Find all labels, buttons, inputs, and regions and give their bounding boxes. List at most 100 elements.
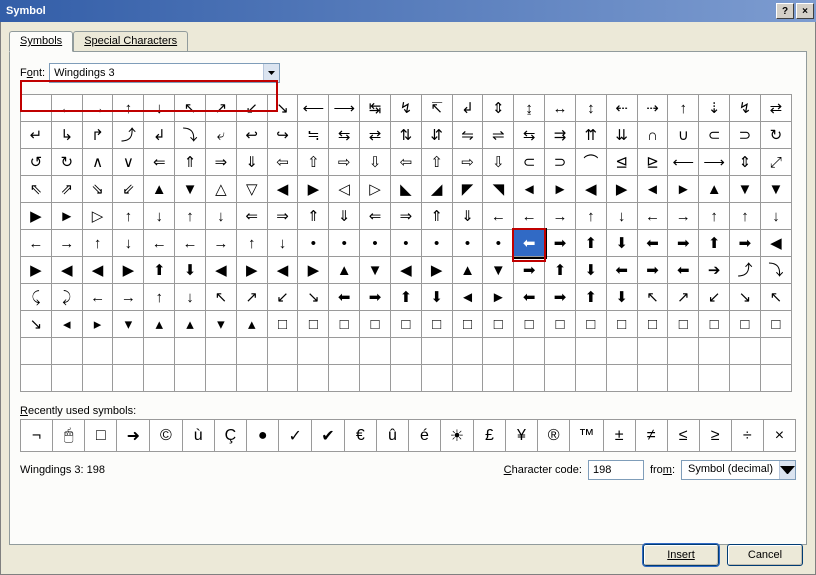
symbol-cell[interactable] (606, 365, 637, 392)
symbol-cell[interactable]: ◀ (267, 176, 298, 203)
symbol-cell[interactable]: ➡ (514, 257, 545, 284)
symbol-cell[interactable]: ↘ (298, 284, 329, 311)
symbol-cell[interactable]: ⟶ (329, 95, 360, 122)
symbol-cell[interactable]: ⇅ (390, 122, 421, 149)
symbol-cell[interactable]: • (483, 230, 514, 257)
symbol-cell[interactable]: ◀ (51, 257, 82, 284)
symbol-cell[interactable]: ▶ (113, 257, 144, 284)
symbol-cell[interactable]: ⇑ (421, 203, 452, 230)
symbol-cell[interactable] (637, 338, 668, 365)
symbol-cell[interactable] (21, 338, 52, 365)
symbol-cell[interactable]: ⇋ (452, 122, 483, 149)
symbol-cell[interactable] (236, 338, 267, 365)
symbol-cell[interactable] (236, 365, 267, 392)
symbol-cell[interactable]: ↖ (760, 284, 791, 311)
symbol-cell[interactable]: • (298, 230, 329, 257)
symbol-cell[interactable]: ⇘ (82, 176, 113, 203)
symbol-cell[interactable]: ▲ (329, 257, 360, 284)
symbol-cell[interactable]: ↪ (267, 122, 298, 149)
symbol-cell[interactable]: ⬇ (575, 257, 606, 284)
symbol-cell[interactable]: ⇉ (545, 122, 576, 149)
font-dropdown-button[interactable] (263, 64, 279, 82)
symbol-cell[interactable] (668, 365, 699, 392)
symbol-cell[interactable]: ⬅ (514, 230, 545, 257)
symbol-cell[interactable]: • (421, 230, 452, 257)
symbol-cell[interactable]: ↨ (514, 95, 545, 122)
symbol-cell[interactable]: → (205, 230, 236, 257)
symbol-cell[interactable]: ⬆ (144, 257, 175, 284)
symbol-cell[interactable]: ▷ (82, 203, 113, 230)
symbol-cell[interactable] (452, 365, 483, 392)
symbol-cell[interactable] (390, 338, 421, 365)
symbol-cell[interactable] (760, 338, 791, 365)
symbol-cell[interactable]: ⬇ (421, 284, 452, 311)
symbol-cell[interactable]: ⇧ (298, 149, 329, 176)
symbol-cell[interactable] (298, 365, 329, 392)
symbol-cell[interactable] (51, 338, 82, 365)
symbol-cell[interactable]: • (452, 230, 483, 257)
symbol-cell[interactable]: ↑ (575, 203, 606, 230)
symbol-cell[interactable]: ∨ (113, 149, 144, 176)
symbol-cell[interactable] (360, 338, 391, 365)
symbol-cell[interactable]: ⇆ (514, 122, 545, 149)
symbol-cell[interactable]: ⇩ (483, 149, 514, 176)
symbol-cell[interactable]: ⇌ (483, 122, 514, 149)
symbol-cell[interactable] (113, 365, 144, 392)
symbol-cell[interactable]: ↑ (668, 95, 699, 122)
symbol-cell[interactable]: ↖ (175, 95, 206, 122)
cancel-button[interactable]: Cancel (727, 544, 803, 566)
symbol-cell[interactable]: ← (483, 203, 514, 230)
symbol-cell[interactable]: ↓ (144, 203, 175, 230)
symbol-cell[interactable]: ⇨ (452, 149, 483, 176)
symbol-cell[interactable]: ⊵ (637, 149, 668, 176)
symbol-cell[interactable] (483, 338, 514, 365)
recent-symbol-cell[interactable]: ✓ (279, 420, 312, 452)
symbol-cell[interactable] (575, 338, 606, 365)
symbol-cell[interactable]: ↗ (668, 284, 699, 311)
symbol-cell[interactable]: ↖ (637, 284, 668, 311)
symbol-cell[interactable] (144, 365, 175, 392)
symbol-cell[interactable]: ⇩ (360, 149, 391, 176)
symbol-cell[interactable]: ◀ (205, 257, 236, 284)
symbol-cell[interactable]: ⤸ (51, 284, 82, 311)
symbol-cell[interactable]: ← (21, 230, 52, 257)
symbol-cell[interactable]: ↯ (730, 95, 761, 122)
symbol-cell[interactable]: ◄ (514, 176, 545, 203)
symbol-cell[interactable]: ⇒ (205, 149, 236, 176)
symbol-cell[interactable]: ◀ (82, 257, 113, 284)
symbol-cell[interactable]: ▶ (21, 203, 52, 230)
symbol-cell[interactable]: ⬆ (545, 257, 576, 284)
symbol-cell[interactable] (329, 338, 360, 365)
symbol-cell[interactable]: ↑ (236, 230, 267, 257)
recent-symbol-cell[interactable]: ÷ (731, 420, 763, 452)
symbol-cell[interactable] (51, 365, 82, 392)
symbol-cell[interactable]: ↓ (144, 95, 175, 122)
symbol-cell[interactable]: ▼ (483, 257, 514, 284)
symbol-cell[interactable]: ⬅ (637, 230, 668, 257)
recent-symbol-cell[interactable]: ≠ (635, 420, 667, 452)
symbol-cell[interactable]: ⇖ (21, 176, 52, 203)
symbol-cell[interactable]: ↲ (144, 122, 175, 149)
symbol-cell[interactable] (267, 338, 298, 365)
recent-symbol-cell[interactable]: ✔ (312, 420, 345, 452)
symbol-cell[interactable] (21, 365, 52, 392)
symbol-cell[interactable] (699, 365, 730, 392)
symbol-cell[interactable]: → (82, 95, 113, 122)
symbol-cell[interactable]: ← (514, 203, 545, 230)
symbol-cell[interactable] (113, 338, 144, 365)
symbol-cell[interactable]: ⇠ (606, 95, 637, 122)
symbol-cell[interactable]: ⤶ (205, 122, 236, 149)
symbol-cell[interactable]: □ (298, 311, 329, 338)
recent-symbol-cell[interactable]: ● (247, 420, 279, 452)
symbol-cell[interactable]: ⤵ (175, 122, 206, 149)
symbol-cell[interactable] (545, 365, 576, 392)
symbol-cell[interactable]: ∧ (82, 149, 113, 176)
symbol-cell[interactable]: ⇦ (390, 149, 421, 176)
symbol-cell[interactable]: ⇕ (730, 149, 761, 176)
tab-special-characters[interactable]: Special Characters (73, 31, 188, 52)
symbol-cell[interactable]: ⇕ (483, 95, 514, 122)
symbol-cell[interactable]: ⇗ (51, 176, 82, 203)
symbol-cell[interactable]: → (113, 284, 144, 311)
symbol-cell[interactable]: ↻ (760, 122, 791, 149)
symbol-cell[interactable]: ↓ (175, 284, 206, 311)
